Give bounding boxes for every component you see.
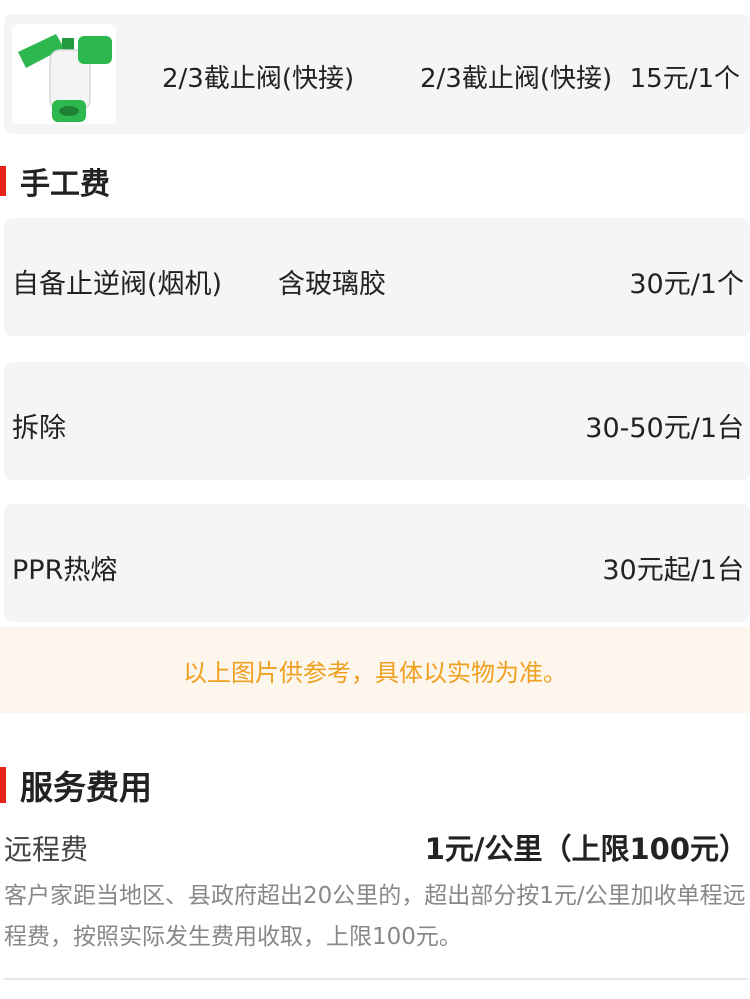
divider — [4, 978, 748, 980]
labor-fee-item[interactable]: PPR热熔 30元起/1台 — [4, 504, 750, 622]
fee-note: 含玻璃胶 — [278, 269, 386, 300]
fee-label: PPR热熔 — [12, 555, 118, 586]
product-thumbnail[interactable] — [12, 24, 116, 124]
fee-price: 30-50元/1台 — [585, 413, 744, 444]
labor-fee-item[interactable]: 自备止逆阀(烟机) 含玻璃胶 30元/1个 — [4, 218, 750, 336]
remote-fee-price: 1元/公里（上限100元） — [424, 832, 748, 866]
section-accent-bar — [0, 166, 6, 196]
notice-text: 以上图片供参考，具体以实物为准。 — [183, 658, 567, 687]
remote-fee-description: 客户家距当地区、县政府超出20公里的，超出部分按1元/公里加收单程远程费，按照实… — [4, 883, 746, 950]
fee-price: 30元/1个 — [629, 269, 744, 300]
product-price: 15元/1个 — [629, 64, 740, 94]
fee-label: 自备止逆阀(烟机) — [12, 269, 223, 300]
fee-label: 拆除 — [12, 413, 66, 444]
product-name: 2/3截止阀(快接) — [162, 64, 355, 94]
green-valve-icon — [18, 34, 112, 122]
product-card[interactable]: 2/3截止阀(快接) 2/3截止阀(快接) 15元/1个 — [4, 14, 750, 134]
section-accent-bar — [0, 767, 6, 803]
remote-fee-label: 远程费 — [4, 833, 89, 866]
service-section-title: 服务费用 — [0, 761, 152, 809]
notice-banner: 以上图片供参考，具体以实物为准。 — [0, 627, 750, 713]
labor-section-title: 手工费 — [0, 159, 110, 203]
remote-fee-row: 远程费 1元/公里（上限100元） — [4, 826, 748, 866]
product-spec: 2/3截止阀(快接) — [420, 64, 613, 94]
fee-price: 30元起/1台 — [602, 555, 744, 586]
labor-fee-item[interactable]: 拆除 30-50元/1台 — [4, 362, 750, 480]
service-section-title-text: 服务费用 — [20, 768, 152, 807]
labor-section-title-text: 手工费 — [20, 167, 110, 202]
